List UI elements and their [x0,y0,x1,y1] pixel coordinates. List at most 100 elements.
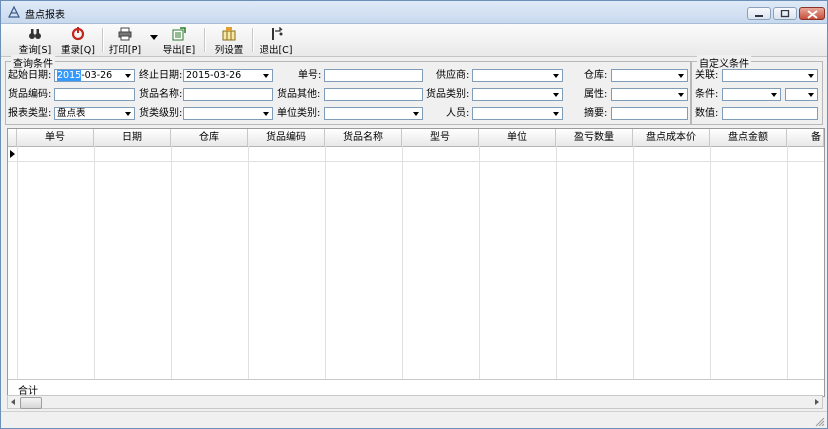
warehouse-label: 仓库: [584,70,608,81]
printer-icon [118,27,132,41]
title-bar: 盘点报表 [1,1,827,24]
report-window: 盘点报表 查询[S] 重录[Q] 打印[P] 导出[E] 列设置 退出[C] 查… [0,0,828,429]
toolbar-separator [252,28,254,52]
col-header-cost-price[interactable]: 盘点成本价 [633,129,710,146]
chevron-down-icon[interactable] [259,108,272,119]
condition-label: 条件: [695,89,719,100]
col-header-unit[interactable]: 单位 [479,129,556,146]
summary-input[interactable] [611,107,688,120]
close-button[interactable] [799,7,825,20]
item-category-select[interactable] [472,88,563,101]
report-type-select[interactable]: 盘点表 [54,107,135,120]
scroll-right-icon[interactable] [815,399,819,405]
column-settings-button[interactable]: 列设置 [209,25,249,56]
exit-button[interactable]: 退出[C] [255,25,297,56]
grid-footer-total: 合计 [8,379,824,396]
chevron-down-icon[interactable] [259,70,272,81]
chevron-down-icon[interactable] [549,108,562,119]
col-header-warehouse[interactable]: 仓库 [171,129,248,146]
order-no-input[interactable] [324,69,423,82]
item-category-label: 货品类别: [426,89,470,100]
unit-category-select[interactable] [324,107,423,120]
warehouse-select[interactable] [611,69,688,82]
end-date-label: 终止日期: [139,70,183,81]
chevron-down-icon[interactable] [549,89,562,100]
condition-field-select[interactable] [722,88,781,101]
chevron-down-icon[interactable] [121,70,134,81]
minimize-button[interactable] [747,7,771,20]
custom-conditions-panel: 自定义条件 关联: 条件: 数值: [691,55,823,125]
item-name-input[interactable] [183,88,273,101]
end-date-picker[interactable]: 2015-03-26 [183,69,273,82]
start-date-label: 起始日期: [8,70,52,81]
export-button[interactable]: 导出[E] [159,25,199,56]
relation-select[interactable] [722,69,818,82]
condition-operator-select[interactable] [785,88,818,101]
query-conditions-legend: 查询条件 [11,55,55,70]
grid-column-line [479,146,480,396]
chevron-down-icon[interactable] [409,108,422,119]
person-label: 人员: [446,108,470,119]
grid-column-line [787,146,788,396]
query-button[interactable]: 查询[S] [15,25,55,56]
grid-column-line [248,146,249,396]
grid-column-line [94,146,95,396]
col-header-item-code[interactable]: 货品编码 [248,129,325,146]
chevron-down-icon[interactable] [121,108,134,119]
grid-column-line [171,146,172,396]
chevron-down-icon[interactable] [549,70,562,81]
item-code-input[interactable] [54,88,135,101]
supplier-label: 供应商: [436,70,470,81]
col-header-item-name[interactable]: 货品名称 [325,129,402,146]
binoculars-icon [29,29,41,39]
chevron-down-icon[interactable] [804,89,817,100]
grid-column-line [325,146,326,396]
print-dropdown-arrow[interactable] [150,35,158,40]
app-icon [8,5,20,18]
chevron-down-icon[interactable] [674,89,687,100]
col-header-remark[interactable]: 备 [787,129,824,146]
category-level-select[interactable] [183,107,273,120]
item-other-label: 货品其他: [277,89,321,100]
table-row[interactable] [8,161,824,162]
attribute-label: 属性: [584,89,608,100]
exit-icon [272,27,283,40]
order-no-label: 单号: [298,70,322,81]
chevron-down-icon[interactable] [767,89,780,100]
col-header-order-no[interactable]: 单号 [17,129,94,146]
chevron-down-icon[interactable] [804,70,817,81]
person-select[interactable] [472,107,563,120]
status-bar [1,411,827,428]
item-other-input[interactable] [324,88,423,101]
chevron-down-icon[interactable] [674,70,687,81]
unit-category-label: 单位类别: [277,108,321,119]
toolbar: 查询[S] 重录[Q] 打印[P] 导出[E] 列设置 退出[C] [1,24,827,57]
grid-column-line [633,146,634,396]
item-code-label: 货品编码: [8,89,52,100]
horizontal-scrollbar[interactable] [7,395,823,409]
export-icon [172,27,186,41]
col-header-amount[interactable]: 盘点金额 [710,129,787,146]
print-button[interactable]: 打印[P] [105,25,145,56]
value-input[interactable] [722,107,818,120]
supplier-select[interactable] [472,69,563,82]
col-header-variance-qty[interactable]: 盈亏数量 [556,129,633,146]
col-header-date[interactable]: 日期 [94,129,171,146]
current-row-indicator-icon [10,150,15,158]
value-label: 数值: [695,108,719,119]
row-indicator-header [8,129,17,146]
reset-button[interactable]: 重录[Q] [57,25,99,56]
scrollbar-thumb[interactable] [20,397,42,409]
attribute-select[interactable] [611,88,688,101]
grid-column-line [17,146,18,396]
report-grid[interactable]: 单号 日期 仓库 货品编码 货品名称 型号 单位 盈亏数量 盘点成本价 盘点金额… [7,128,825,397]
query-conditions-panel: 查询条件 起始日期: 2015-03-26 终止日期: 2015-03-26 单… [5,55,691,125]
col-header-model[interactable]: 型号 [402,129,479,146]
columns-icon [222,27,236,41]
start-date-picker[interactable]: 2015-03-26 [54,69,135,82]
maximize-button[interactable] [773,7,797,20]
scroll-left-icon[interactable] [11,399,15,405]
refresh-icon [71,27,85,41]
maximize-icon [780,10,790,18]
resize-grip-icon[interactable] [814,416,825,427]
